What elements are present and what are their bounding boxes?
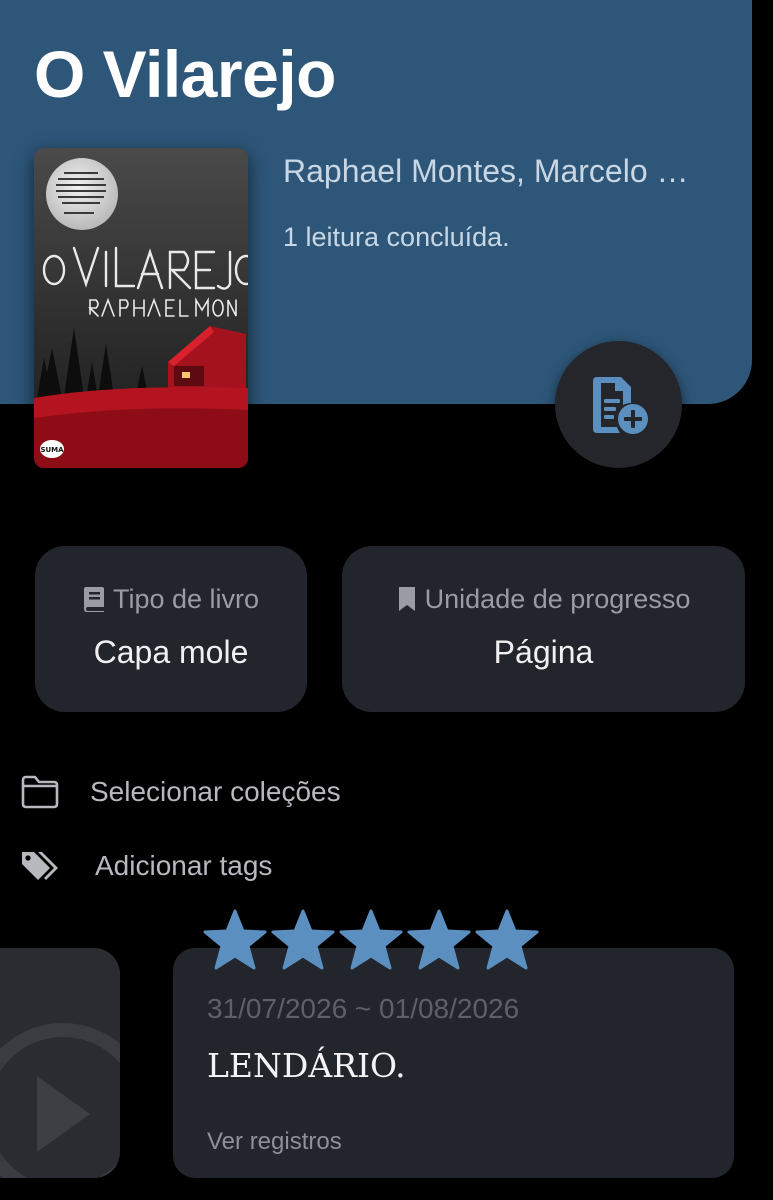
add-reading-log-button[interactable]: [555, 341, 682, 468]
read-count: 1 leitura concluída.: [283, 222, 510, 252]
bookmark-icon: [398, 587, 415, 611]
star-icon[interactable]: [270, 908, 336, 972]
book-type-label-row: Tipo de livro: [35, 582, 307, 616]
star-icon[interactable]: [474, 908, 540, 972]
reading-review: LENDÁRIO.: [207, 1046, 406, 1085]
star-icon[interactable]: [338, 908, 404, 972]
book-cover[interactable]: SUMA: [34, 148, 248, 468]
add-tags-row[interactable]: Adicionar tags: [0, 836, 773, 896]
book-cover-art: SUMA: [34, 148, 248, 468]
reading-log-card[interactable]: 31/07/2026 ~ 01/08/2026 LENDÁRIO. Ver re…: [173, 948, 734, 1178]
book-title: O Vilarejo: [34, 37, 336, 111]
book-icon: [83, 587, 104, 612]
book-header: O Vilarejo SUMA Raphael Montes, Marcelo …: [0, 0, 752, 468]
progress-unit-label-row: Unidade de progresso: [342, 582, 745, 616]
star-icon[interactable]: [406, 908, 472, 972]
play-icon: [0, 1023, 120, 1178]
progress-unit-label: Unidade de progresso: [424, 584, 691, 614]
star-icon[interactable]: [202, 908, 268, 972]
view-records-link[interactable]: Ver registros: [207, 1126, 342, 1158]
note-add-icon: [592, 376, 648, 434]
book-type-value: Capa mole: [93, 634, 249, 670]
book-type-card[interactable]: Tipo de livro Capa mole: [35, 546, 307, 712]
progress-unit-card[interactable]: Unidade de progresso Página: [342, 546, 745, 712]
select-collections-row[interactable]: Selecionar coleções: [0, 762, 773, 822]
book-author[interactable]: Raphael Montes, Marcelo …: [283, 150, 713, 192]
add-tags-label: Adicionar tags: [95, 850, 273, 881]
select-collections-label: Selecionar coleções: [90, 776, 341, 807]
reading-dates: 31/07/2026 ~ 01/08/2026: [207, 993, 520, 1024]
rating-stars[interactable]: [202, 908, 540, 972]
progress-unit-value: Página: [493, 634, 594, 670]
start-reading-card[interactable]: [0, 948, 120, 1178]
folder-icon: [21, 775, 59, 809]
book-type-label: Tipo de livro: [112, 584, 260, 614]
svg-text:SUMA: SUMA: [40, 446, 64, 454]
tags-icon: [22, 852, 58, 880]
